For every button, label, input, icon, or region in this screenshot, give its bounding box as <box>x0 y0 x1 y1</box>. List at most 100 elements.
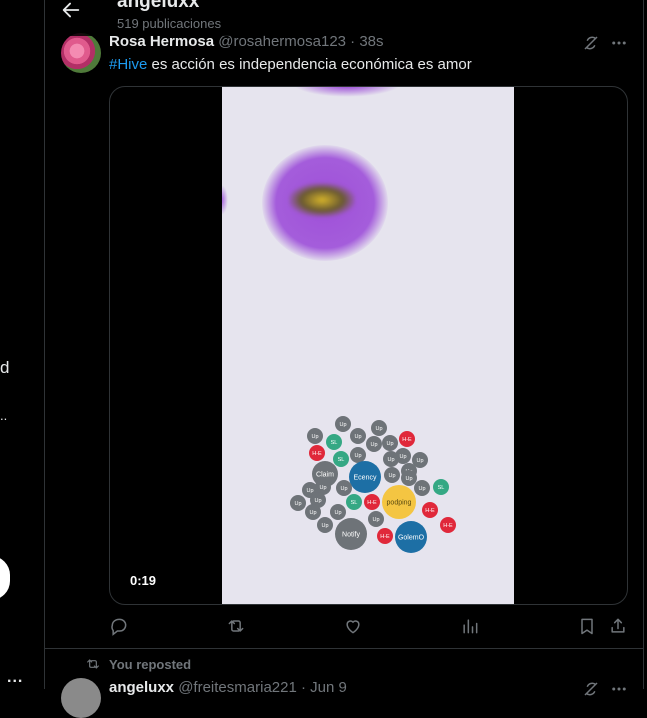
page-title: angeluxx <box>117 0 200 12</box>
bubble-h-e: H-E <box>377 528 393 544</box>
avatar[interactable] <box>61 33 101 73</box>
svg-text:H-E: H-E <box>367 500 377 506</box>
bubble-up: Up <box>414 480 430 496</box>
author-handle[interactable]: @freitesmaria221 · Jun 9 <box>178 679 347 696</box>
svg-text:Claim: Claim <box>316 472 334 479</box>
svg-text:Up: Up <box>386 441 393 447</box>
bubble-up: Up <box>401 470 417 486</box>
grok-icon[interactable] <box>582 34 600 52</box>
share-icon[interactable] <box>608 616 628 636</box>
svg-text:Up: Up <box>370 442 377 448</box>
bubble-up: Up <box>371 420 387 436</box>
bubble-ecency: Ecency <box>349 461 381 493</box>
bubble-golemo: GolemO <box>395 521 427 553</box>
hashtag-link[interactable]: #Hive <box>109 56 147 73</box>
bubble-up: Up <box>336 480 352 496</box>
tweet-text: #Hive es acción es independencia económi… <box>109 56 472 73</box>
bubble-up: Up <box>382 435 398 451</box>
svg-text:H-E: H-E <box>312 451 322 457</box>
bubble-up: Up <box>317 517 333 533</box>
column-divider-right <box>643 0 644 689</box>
bubble-up: Up <box>395 448 411 464</box>
svg-text:Up: Up <box>354 453 361 459</box>
svg-text:Ecency: Ecency <box>354 475 377 482</box>
svg-text:Up: Up <box>340 486 347 492</box>
repost-label[interactable]: You reposted <box>109 657 191 672</box>
bubble-up: Up <box>307 428 323 444</box>
bookmark-icon[interactable] <box>577 616 597 636</box>
views-icon[interactable] <box>460 616 480 636</box>
svg-text:Up: Up <box>311 434 318 440</box>
svg-text:Up: Up <box>321 523 328 529</box>
bubble-sl: SL <box>346 494 362 510</box>
post-button[interactable] <box>0 556 10 600</box>
bubble-up: Up <box>290 495 306 511</box>
svg-text:H-E: H-E <box>380 534 390 540</box>
video-duration: 0:19 <box>130 573 157 588</box>
bubble-notify: Notify <box>335 518 367 550</box>
bubble-up: Up <box>368 511 384 527</box>
svg-text:podping: podping <box>387 500 412 507</box>
profile-header: angeluxx 519 publicaciones <box>45 0 643 36</box>
bubble-up: Up <box>350 428 366 444</box>
column-divider <box>44 0 45 689</box>
svg-text:Up: Up <box>319 485 326 491</box>
svg-text:SL: SL <box>338 457 345 463</box>
like-icon[interactable] <box>343 616 363 636</box>
post-count: 519 publicaciones <box>117 16 222 31</box>
nav-label-fragment[interactable]: d <box>0 358 9 378</box>
svg-text:Notify: Notify <box>342 532 360 539</box>
svg-text:H-E: H-E <box>402 437 412 443</box>
svg-text:Up: Up <box>388 473 395 479</box>
svg-text:Up: Up <box>387 457 394 463</box>
bubble-h-e: H-E <box>440 517 456 533</box>
nav-label-fragment-2[interactable]: .. <box>0 408 7 423</box>
svg-text:H-E: H-E <box>443 523 453 529</box>
svg-text:Up: Up <box>339 422 346 428</box>
more-icon[interactable] <box>610 34 628 52</box>
svg-text:Up: Up <box>405 476 412 482</box>
repost-icon <box>87 659 99 669</box>
bubble-cluster: UpUpUpUpSLUpUpUpH-EH-ESLUpUpUpUpClaimEce… <box>290 416 456 553</box>
svg-text:Up: Up <box>418 486 425 492</box>
tweet-body: es acción es independencia económica es … <box>147 56 472 73</box>
svg-text:H-E: H-E <box>425 508 435 514</box>
svg-text:SL: SL <box>438 485 445 491</box>
bubble-h-e: H-E <box>309 445 325 461</box>
reply-icon[interactable] <box>109 616 129 636</box>
back-arrow-icon[interactable] <box>60 0 82 21</box>
bubble-sl: SL <box>326 434 342 450</box>
bubble-up: Up <box>350 447 366 463</box>
avatar[interactable] <box>61 678 101 718</box>
bubble-sl: SL <box>433 479 449 495</box>
video-frame: UpUpUpUpSLUpUpUpH-EH-ESLUpUpUpUpClaimEce… <box>222 87 514 604</box>
svg-text:GolemO: GolemO <box>398 535 425 542</box>
bubble-up: Up <box>330 504 346 520</box>
grok-icon[interactable] <box>582 680 600 698</box>
bubble-podping: podping <box>382 485 416 519</box>
bubble-up: Up <box>366 436 382 452</box>
svg-text:Up: Up <box>306 488 313 494</box>
svg-text:Up: Up <box>416 458 423 464</box>
bubble-h-e: H-E <box>422 502 438 518</box>
tweet-divider <box>45 648 643 649</box>
more-icon[interactable] <box>610 680 628 698</box>
svg-text:Up: Up <box>372 517 379 523</box>
svg-text:Up: Up <box>399 454 406 460</box>
tweet-author-line: angeluxx @freitesmaria221 · Jun 9 <box>109 679 347 696</box>
svg-text:Up: Up <box>354 434 361 440</box>
video-player[interactable]: UpUpUpUpSLUpUpUpH-EH-ESLUpUpUpUpClaimEce… <box>109 86 628 605</box>
svg-text:Up: Up <box>375 426 382 432</box>
account-more-icon[interactable]: ... <box>7 669 23 687</box>
svg-text:SL: SL <box>331 440 338 446</box>
svg-text:Up: Up <box>314 498 321 504</box>
author-name[interactable]: angeluxx <box>109 679 174 696</box>
tweet-actions <box>109 616 629 638</box>
svg-text:SL: SL <box>351 500 358 506</box>
bubble-up: Up <box>305 504 321 520</box>
bubble-h-e: H-E <box>364 494 380 510</box>
left-navigation-rail: d .. ... <box>0 0 44 689</box>
bubble-up: Up <box>335 416 351 432</box>
repost-icon[interactable] <box>226 616 246 636</box>
svg-text:Up: Up <box>294 501 301 507</box>
